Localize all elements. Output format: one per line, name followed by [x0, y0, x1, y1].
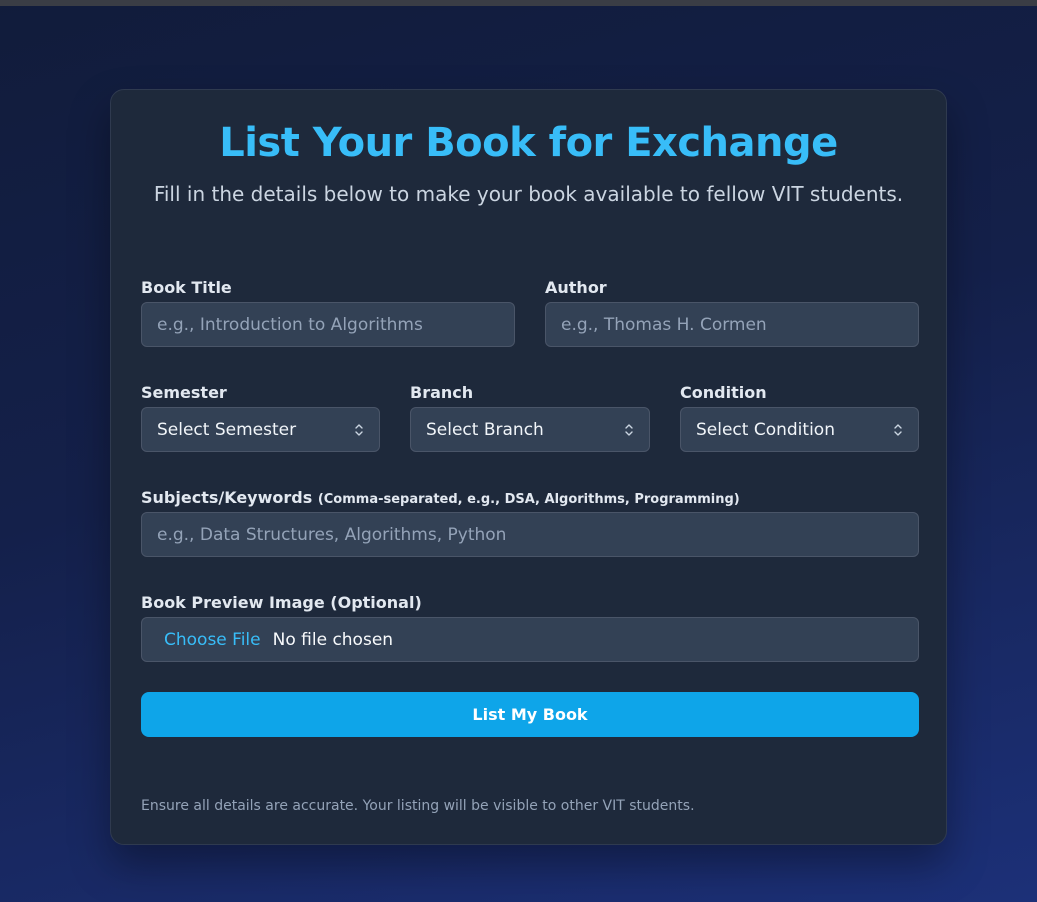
- window-top-bar: [0, 0, 1037, 6]
- branch-label: Branch: [410, 383, 474, 402]
- list-book-card: List Your Book for Exchange Fill in the …: [110, 89, 947, 845]
- chevron-up-down-icon: [893, 422, 903, 438]
- book-title-label: Book Title: [141, 278, 232, 297]
- choose-file-button[interactable]: Choose File: [164, 630, 261, 650]
- book-title-input[interactable]: [141, 302, 515, 347]
- semester-select[interactable]: Select Semester: [141, 407, 380, 452]
- list-my-book-button[interactable]: List My Book: [141, 692, 919, 737]
- image-label: Book Preview Image (Optional): [141, 593, 422, 612]
- footnote-text: Ensure all details are accurate. Your li…: [141, 798, 695, 814]
- subjects-input[interactable]: [141, 512, 919, 557]
- condition-label: Condition: [680, 383, 767, 402]
- subjects-hint: (Comma-separated, e.g., DSA, Algorithms,…: [317, 492, 740, 507]
- chevron-up-down-icon: [624, 422, 634, 438]
- author-label: Author: [545, 278, 607, 297]
- file-status-text: No file chosen: [272, 629, 394, 650]
- subjects-label: Subjects/Keywords (Comma-separated, e.g.…: [141, 488, 740, 507]
- condition-select-value: Select Condition: [696, 419, 835, 440]
- semester-label: Semester: [141, 383, 227, 402]
- branch-select[interactable]: Select Branch: [410, 407, 650, 452]
- branch-select-value: Select Branch: [426, 419, 544, 440]
- semester-select-value: Select Semester: [157, 419, 297, 440]
- page-subtitle: Fill in the details below to make your b…: [153, 182, 904, 206]
- chevron-up-down-icon: [354, 422, 364, 438]
- author-input[interactable]: [545, 302, 919, 347]
- image-file-input[interactable]: Choose File No file chosen: [141, 617, 919, 662]
- page-title: List Your Book for Exchange: [219, 120, 838, 166]
- condition-select[interactable]: Select Condition: [680, 407, 919, 452]
- subjects-label-text: Subjects/Keywords: [141, 488, 313, 507]
